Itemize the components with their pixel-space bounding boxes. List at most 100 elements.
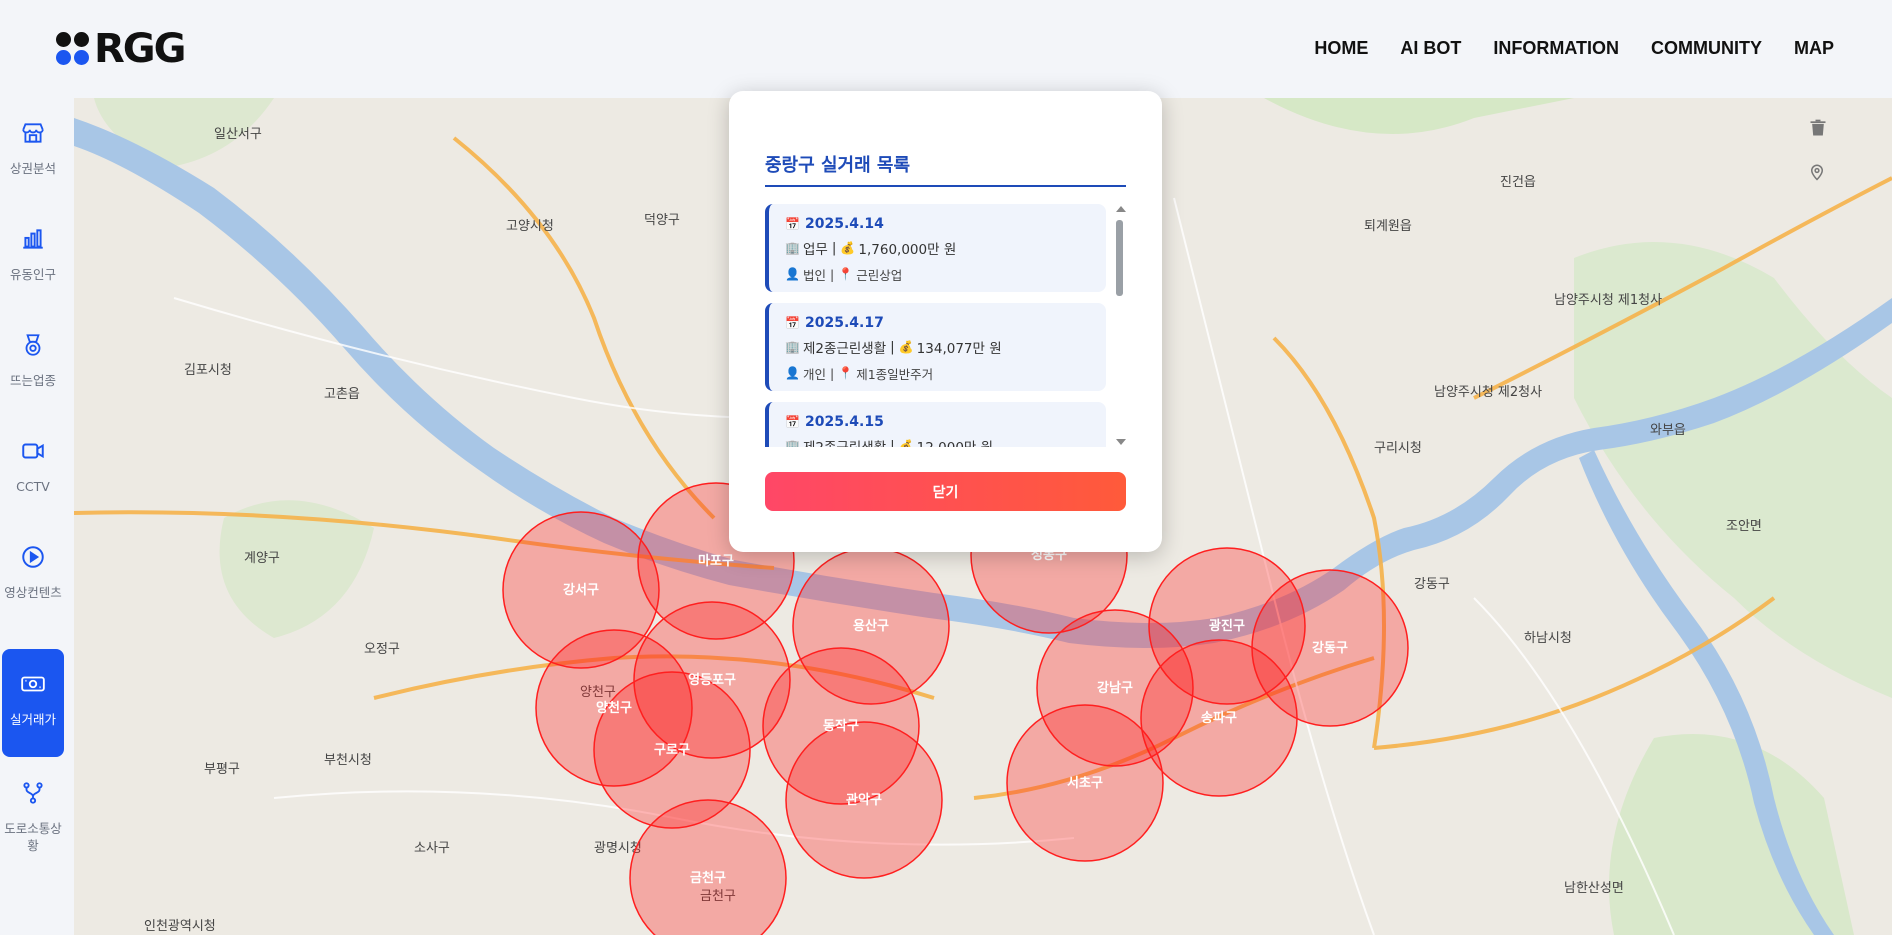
map-label: 계양구 xyxy=(244,551,280,566)
sidebar-item-cctv[interactable]: CCTV xyxy=(2,416,64,522)
trash-icon[interactable] xyxy=(1808,118,1828,138)
map-label: 퇴계원읍 xyxy=(1364,219,1412,234)
camera-icon xyxy=(22,443,44,459)
building-icon: 🏢 xyxy=(785,439,800,447)
district-label: 영등포구 xyxy=(688,673,736,688)
sidebar-item-label: 실거래가 xyxy=(9,712,56,727)
map-label: 하남시청 xyxy=(1524,631,1572,646)
sidebar-item-video-content[interactable]: 영상컨텐츠 xyxy=(2,522,64,628)
scroll-up-icon[interactable] xyxy=(1114,204,1128,214)
nav-ai-bot[interactable]: AI BOT xyxy=(1400,38,1461,59)
map-label: 덕양구 xyxy=(644,213,680,228)
map-label: 고촌읍 xyxy=(324,387,360,402)
separator: | xyxy=(830,365,835,381)
location-pin-icon: 📍 xyxy=(838,267,854,281)
card-party: 개인 xyxy=(803,366,827,382)
logo[interactable]: RGG xyxy=(56,26,186,72)
logo-dots-icon xyxy=(56,32,90,66)
district-label: 관악구 xyxy=(846,792,882,808)
nav-information[interactable]: INFORMATION xyxy=(1493,38,1619,59)
person-icon: 👤 xyxy=(785,366,800,380)
card-use: 업무 xyxy=(803,242,828,258)
bar-chart-icon xyxy=(23,229,43,249)
badge-icon xyxy=(25,334,41,356)
district-label: 양천구 xyxy=(596,701,632,716)
money-bag-icon: 💰 xyxy=(840,241,856,255)
nav-map[interactable]: MAP xyxy=(1794,38,1834,59)
district-label: 금천구 xyxy=(690,871,726,886)
map-pin-icon[interactable] xyxy=(1808,162,1826,182)
map-label: 부천시청 xyxy=(324,753,372,768)
calendar-icon: 📅 xyxy=(785,217,800,231)
map-label: 남양주시청 제2청사 xyxy=(1434,385,1542,400)
sidebar-item-label: 상권분석 xyxy=(9,161,56,176)
card-use: 제2종근린생활 xyxy=(803,341,887,357)
district-label: 용산구 xyxy=(853,618,889,634)
card-date: 2025.4.14 xyxy=(805,216,884,232)
separator: | xyxy=(890,339,895,355)
store-icon xyxy=(22,123,44,143)
district-label: 강서구 xyxy=(563,582,599,598)
card-date: 2025.4.15 xyxy=(805,414,884,430)
route-icon xyxy=(23,782,43,804)
logo-text: RGG xyxy=(94,26,186,72)
map-label: 고양시청 xyxy=(506,219,554,234)
sidebar-item-label: 영상컨텐츠 xyxy=(4,585,62,600)
map-label: 부평구 xyxy=(204,762,240,777)
money-bag-icon: 💰 xyxy=(898,340,914,354)
building-icon: 🏢 xyxy=(785,340,800,354)
scroll-down-icon[interactable] xyxy=(1114,437,1128,447)
transaction-list[interactable]: 📅 2025.4.14 🏢 업무 | 💰 1,760,000만 원 👤 법인 | 📍 근린상업 📅… xyxy=(765,204,1132,447)
map-label: 소사구 xyxy=(414,841,450,856)
logo-dot xyxy=(56,50,71,65)
card-price: 1,760,000만 원 xyxy=(858,242,957,258)
sidebar: 상권분석 유동인구 뜨는업종 CCTV 영상컨텐츠 실거래가 도로소통상황 xyxy=(0,98,74,935)
building-icon: 🏢 xyxy=(785,241,800,255)
transaction-card[interactable]: 📅 2025.4.15 🏢제2종근린생활 |💰12,000만 원 xyxy=(765,402,1106,447)
sidebar-item-label: 유동인구 xyxy=(9,267,56,282)
sidebar-item-road-traffic[interactable]: 도로소통상황 xyxy=(2,758,64,864)
list-scrollbar[interactable] xyxy=(1112,204,1126,447)
sidebar-item-label: CCTV xyxy=(16,479,50,494)
money-icon xyxy=(21,676,45,692)
scrollbar-thumb[interactable] xyxy=(1116,220,1123,296)
sidebar-item-label: 도로소통상황 xyxy=(4,821,62,853)
district-label: 서초구 xyxy=(1067,776,1103,791)
transaction-card[interactable]: 📅 2025.4.17 🏢 제2종근린생활 | 💰 134,077만 원 👤 개인 | 📍 제1종… xyxy=(765,303,1106,391)
modal-title: 중랑구 실거래 목록 xyxy=(765,151,1126,187)
map-label: 김포시청 xyxy=(184,363,232,378)
nav-home[interactable]: HOME xyxy=(1314,38,1368,59)
top-nav: HOME AI BOT INFORMATION COMMUNITY MAP xyxy=(1314,38,1834,59)
card-price: 134,077만 원 xyxy=(916,341,1002,357)
map-label: 구리시청 xyxy=(1374,441,1422,456)
sidebar-item-floating-population[interactable]: 유동인구 xyxy=(2,204,64,310)
sidebar-item-real-transaction-price[interactable]: 실거래가 xyxy=(2,649,64,757)
card-zone: 근린상업 xyxy=(856,267,903,283)
transaction-card[interactable]: 📅 2025.4.14 🏢 업무 | 💰 1,760,000만 원 👤 법인 | 📍 근린상업 xyxy=(765,204,1106,292)
map-label: 오정구 xyxy=(364,642,400,657)
card-price: 12,000만 원 xyxy=(917,436,993,447)
map-label: 남한산성면 xyxy=(1564,881,1624,896)
district-label: 동작구 xyxy=(823,718,859,734)
district-label: 송파구 xyxy=(1201,711,1237,726)
money-bag-icon: 💰 xyxy=(898,439,914,447)
separator: | xyxy=(830,266,835,282)
close-button[interactable]: 닫기 xyxy=(765,472,1126,511)
map-label: 강동구 xyxy=(1414,577,1450,592)
district-label: 구로구 xyxy=(654,743,690,758)
calendar-icon: 📅 xyxy=(785,415,800,429)
logo-dot xyxy=(74,50,89,65)
card-use: 제2종근린생활 xyxy=(803,436,886,447)
sidebar-item-rising-business[interactable]: 뜨는업종 xyxy=(2,310,64,416)
nav-community[interactable]: COMMUNITY xyxy=(1651,38,1762,59)
sidebar-item-commercial-analysis[interactable]: 상권분석 xyxy=(2,98,64,204)
separator: | xyxy=(890,438,895,447)
district-label: 강남구 xyxy=(1097,680,1133,696)
map-label: 진건읍 xyxy=(1500,175,1536,190)
calendar-icon: 📅 xyxy=(785,316,800,330)
map-label: 일산서구 xyxy=(214,127,262,142)
card-zone: 제1종일반주거 xyxy=(856,366,934,382)
play-icon xyxy=(22,546,44,568)
person-icon: 👤 xyxy=(785,267,800,281)
district-label: 강동구 xyxy=(1312,640,1348,656)
